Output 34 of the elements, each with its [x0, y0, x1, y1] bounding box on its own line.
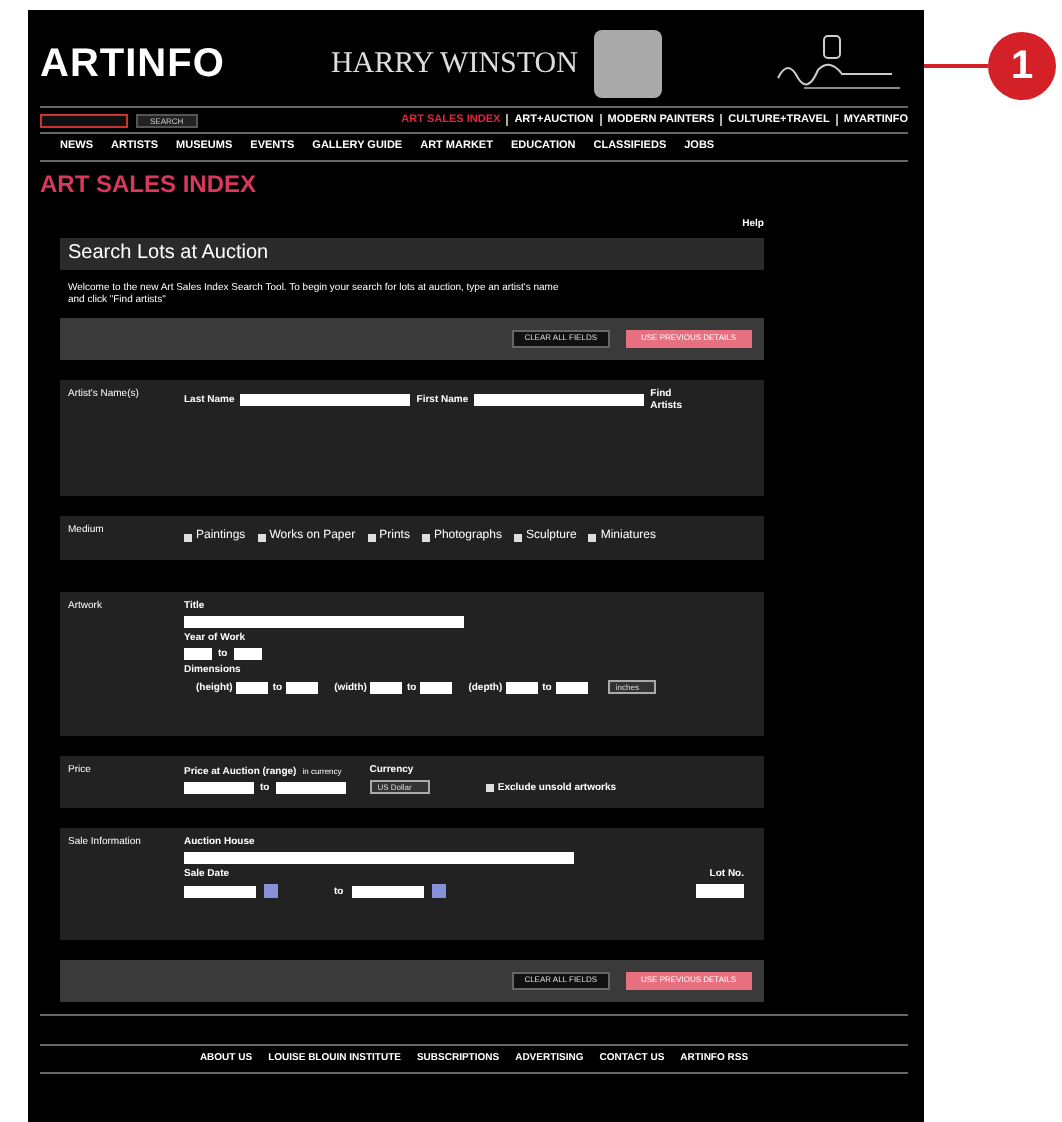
checkbox[interactable]	[513, 533, 522, 542]
dimension-field[interactable]	[286, 681, 319, 694]
dimension-field[interactable]	[420, 681, 453, 694]
price-to-field[interactable]	[275, 782, 346, 795]
price-from-field[interactable]	[184, 782, 254, 795]
calendar-icon[interactable]	[264, 884, 278, 899]
year-from-field[interactable]	[184, 648, 212, 661]
date-to-field[interactable]	[351, 885, 424, 898]
first-name-field[interactable]	[474, 394, 645, 407]
callout-number: 1	[988, 32, 1056, 100]
advertisement-banner[interactable]: HARRY WINSTON	[314, 22, 678, 106]
year-to-field[interactable]	[233, 648, 262, 661]
lot-number-field[interactable]	[696, 884, 744, 899]
last-name-field[interactable]	[240, 394, 411, 407]
page-title: ART SALES INDEX	[40, 170, 259, 199]
checkbox[interactable]	[257, 533, 266, 542]
form-title: Search Lots at Auction	[60, 238, 764, 271]
date-from-field[interactable]	[184, 885, 256, 898]
dimension-field[interactable]	[370, 681, 403, 694]
checkbox[interactable]	[485, 784, 494, 793]
ad-text: HARRY WINSTON	[330, 46, 578, 82]
checkbox[interactable]	[588, 533, 597, 542]
site-logo[interactable]: ARTINFO	[40, 40, 225, 88]
checkbox[interactable]	[367, 533, 376, 542]
calendar-icon[interactable]	[431, 884, 446, 899]
auction-house-field[interactable]	[184, 852, 574, 865]
dimension-field[interactable]	[506, 681, 539, 694]
watch-photo-placeholder	[593, 30, 662, 98]
dimension-field[interactable]	[555, 681, 588, 694]
title-field[interactable]	[184, 616, 464, 629]
dimension-field[interactable]	[236, 681, 269, 694]
search-field[interactable]	[40, 113, 128, 127]
checkbox[interactable]	[421, 533, 430, 542]
checkbox[interactable]	[184, 533, 192, 542]
